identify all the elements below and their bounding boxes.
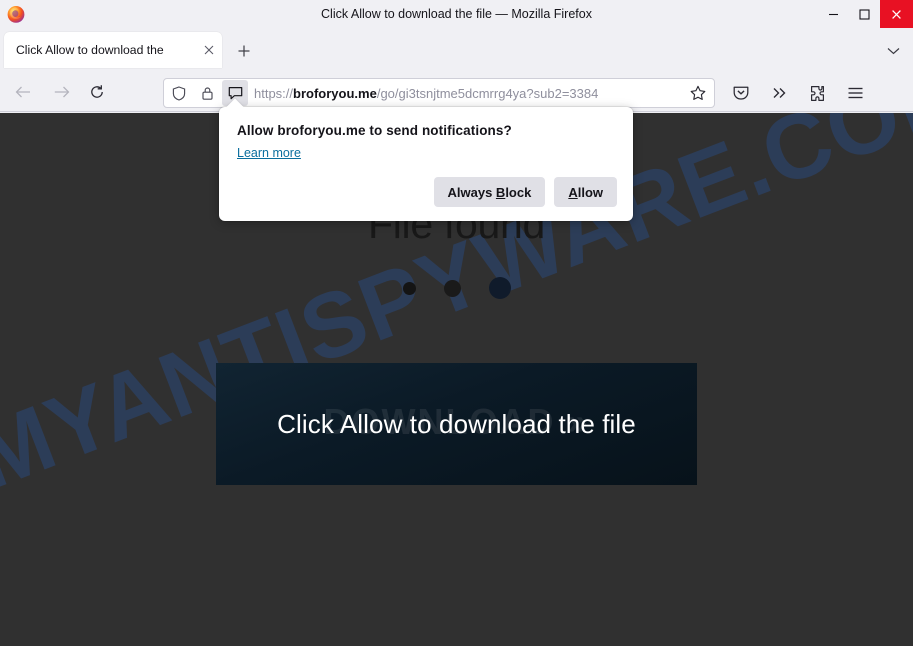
- firefox-window: Click Allow to download the file — Mozil…: [0, 0, 913, 646]
- close-tab-icon[interactable]: [200, 41, 218, 59]
- always-block-prefix: Always: [447, 184, 496, 200]
- learn-more-link[interactable]: Learn more: [237, 146, 301, 160]
- close-window-button[interactable]: [880, 0, 913, 28]
- padlock-icon[interactable]: [194, 80, 220, 106]
- url-text: https://broforyou.me/go/gi3tsnjtme5dcmrr…: [248, 86, 685, 101]
- loading-dots: [0, 277, 913, 299]
- download-panel[interactable]: DOWNLOAD » Click Allow to download the f…: [216, 363, 697, 485]
- chevron-double-right-icon[interactable]: [765, 79, 793, 107]
- url-path: /go/gi3tsnjtme5dcmrrg4ya?sub2=3384: [376, 85, 599, 101]
- reload-button[interactable]: [84, 80, 110, 104]
- permission-popup-actions: Always Block Allow: [433, 177, 617, 207]
- minimize-button[interactable]: [818, 0, 849, 28]
- list-all-tabs-icon[interactable]: [883, 42, 903, 60]
- new-tab-button[interactable]: [232, 39, 256, 63]
- always-block-suffix: lock: [505, 184, 532, 200]
- loading-dot-icon: [488, 277, 511, 299]
- firefox-logo-icon: [6, 4, 26, 24]
- browser-tab[interactable]: Click Allow to download the: [4, 32, 222, 68]
- url-scheme: https://: [254, 85, 294, 101]
- title-bar: Click Allow to download the file — Mozil…: [0, 0, 913, 28]
- window-controls: [818, 0, 913, 28]
- loading-dot-icon: [443, 279, 461, 297]
- back-button[interactable]: [10, 80, 36, 104]
- tab-title: Click Allow to download the: [16, 43, 164, 57]
- bookmark-star-icon[interactable]: [685, 80, 711, 106]
- address-bar[interactable]: https://broforyou.me/go/gi3tsnjtme5dcmrr…: [163, 78, 715, 108]
- toolbar-right-icons: [727, 79, 869, 107]
- notification-permission-popup: Allow broforyou.me to send notifications…: [219, 107, 633, 221]
- allow-suffix: llow: [577, 184, 603, 200]
- maximize-button[interactable]: [849, 0, 880, 28]
- window-title: Click Allow to download the file — Mozil…: [321, 7, 592, 21]
- download-cta-label: Click Allow to download the file: [277, 408, 636, 439]
- pocket-icon[interactable]: [727, 79, 755, 107]
- tab-strip: Click Allow to download the: [0, 28, 913, 72]
- hamburger-menu-icon[interactable]: [841, 79, 869, 107]
- puzzle-piece-icon[interactable]: [803, 79, 831, 107]
- forward-button[interactable]: [48, 80, 74, 104]
- allow-accesskey: A: [568, 184, 578, 200]
- always-block-accesskey: B: [495, 184, 506, 200]
- permission-popup-title: Allow broforyou.me to send notifications…: [237, 123, 512, 138]
- url-host: broforyou.me: [293, 85, 377, 101]
- always-block-button[interactable]: Always Block: [433, 177, 546, 207]
- shield-icon[interactable]: [166, 80, 192, 106]
- allow-button[interactable]: Allow: [554, 177, 617, 207]
- loading-dot-icon: [402, 281, 416, 295]
